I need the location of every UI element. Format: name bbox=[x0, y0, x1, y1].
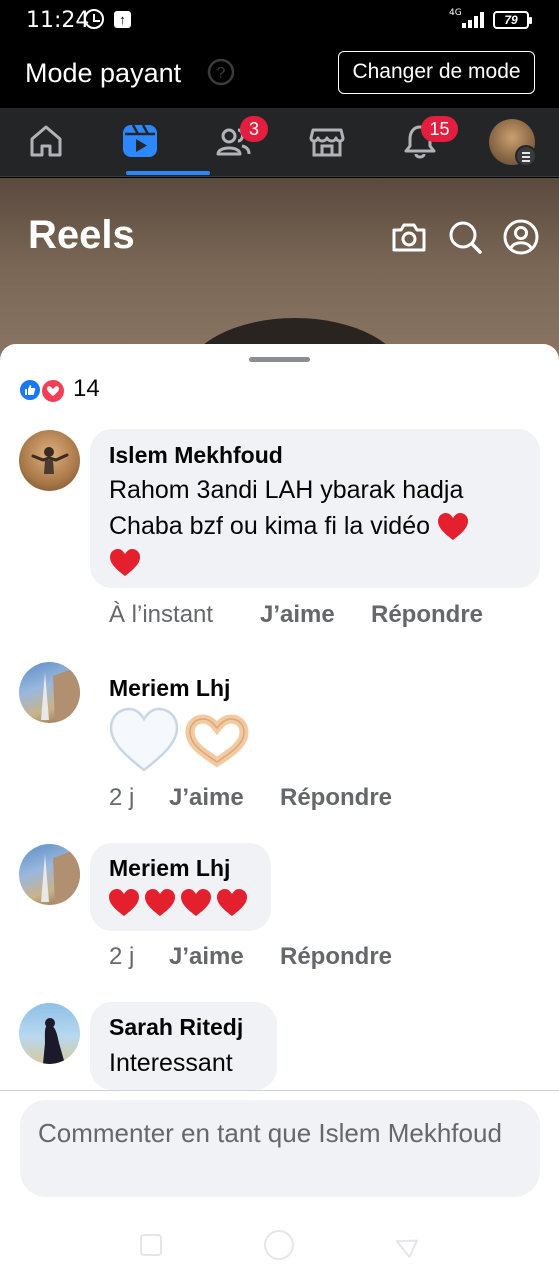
red-heart-emoji bbox=[109, 889, 139, 916]
comment-text: Rahom 3andi LAH ybarak hadja Chaba bzf o… bbox=[109, 472, 534, 580]
marketplace-icon bbox=[309, 128, 345, 157]
alarm-icon bbox=[84, 9, 104, 29]
like-button[interactable]: J’aime bbox=[169, 943, 244, 971]
info-icon[interactable]: ? bbox=[206, 57, 236, 87]
avatar[interactable] bbox=[19, 844, 80, 905]
sheet-drag-handle[interactable] bbox=[249, 357, 310, 362]
upload-icon: ↑ bbox=[114, 11, 131, 28]
comment-bubble[interactable]: Sarah Ritedj Interessant bbox=[90, 1002, 277, 1090]
red-heart-emoji bbox=[145, 889, 175, 916]
like-reaction-icon bbox=[18, 378, 42, 402]
comment-timestamp: 2 j bbox=[109, 943, 135, 970]
comment-author[interactable]: Meriem Lhj bbox=[109, 675, 230, 702]
comment-text-line: Rahom 3andi LAH ybarak hadja bbox=[109, 476, 464, 504]
status-time: 11:24 bbox=[26, 8, 90, 33]
recent-apps-button[interactable] bbox=[140, 1234, 162, 1256]
red-heart-emoji bbox=[217, 889, 247, 916]
switch-mode-button[interactable]: Changer de mode bbox=[338, 51, 535, 94]
tab-marketplace[interactable] bbox=[281, 108, 371, 177]
comments-sheet: 14 Islem Mekhfoud Rahom 3andi LAH ybarak… bbox=[0, 344, 559, 1208]
comment-author[interactable]: Islem Mekhfoud bbox=[109, 442, 283, 469]
active-tab-indicator bbox=[126, 171, 210, 175]
tab-reels[interactable] bbox=[94, 108, 184, 177]
reels-title: Reels bbox=[28, 213, 135, 257]
red-heart-emoji bbox=[110, 549, 140, 577]
red-heart-emoji bbox=[181, 889, 211, 916]
mode-title: Mode payant bbox=[25, 58, 182, 88]
comment-author[interactable]: Meriem Lhj bbox=[109, 855, 230, 882]
notifications-badge: 15 bbox=[421, 116, 458, 142]
comment-bubble[interactable]: Meriem Lhj bbox=[90, 843, 271, 931]
tab-bar bbox=[0, 108, 559, 177]
comment-input-placeholder: Commenter en tant que Islem Mekhfoud bbox=[38, 1118, 502, 1148]
friends-badge: 3 bbox=[240, 116, 268, 142]
comment-timestamp: 2 j bbox=[109, 784, 135, 811]
avatar[interactable] bbox=[19, 662, 80, 723]
reels-icon bbox=[123, 124, 157, 157]
status-bar: 11:24 ↑ 4G 79 bbox=[0, 0, 559, 40]
reply-button[interactable]: Répondre bbox=[371, 601, 483, 629]
search-icon[interactable] bbox=[446, 218, 484, 256]
battery-icon: 79 bbox=[493, 11, 532, 29]
reaction-count[interactable]: 14 bbox=[73, 375, 100, 403]
avatar[interactable] bbox=[19, 430, 80, 491]
reply-button[interactable]: Répondre bbox=[280, 784, 392, 812]
avatar[interactable] bbox=[19, 1003, 80, 1064]
reply-button[interactable]: Répondre bbox=[280, 943, 392, 971]
svg-text:?: ? bbox=[217, 65, 226, 82]
profile-icon[interactable] bbox=[502, 218, 540, 256]
home-icon bbox=[30, 125, 62, 157]
comment-emojis bbox=[108, 706, 258, 776]
heart-hands-emoji bbox=[185, 714, 249, 768]
white-heart-emoji bbox=[109, 707, 179, 772]
signal-icon bbox=[462, 12, 486, 28]
comment-input[interactable]: Commenter en tant que Islem Mekhfoud bbox=[20, 1100, 540, 1197]
reel-video-preview[interactable] bbox=[0, 178, 559, 358]
red-heart-emoji bbox=[437, 513, 468, 541]
comment-text-line bbox=[109, 544, 534, 580]
comment-bubble[interactable]: Islem Mekhfoud Rahom 3andi LAH ybarak ha… bbox=[90, 429, 540, 588]
composer-divider bbox=[0, 1090, 559, 1091]
comment-author[interactable]: Sarah Ritedj bbox=[109, 1014, 243, 1041]
camera-icon[interactable] bbox=[390, 218, 428, 256]
comment-timestamp: À l’instant bbox=[109, 601, 214, 628]
home-button[interactable] bbox=[264, 1230, 294, 1260]
back-button[interactable] bbox=[392, 1232, 418, 1258]
comment-emojis bbox=[108, 888, 258, 922]
like-button[interactable]: J’aime bbox=[260, 601, 335, 629]
system-nav-bar bbox=[0, 1208, 559, 1280]
tab-home[interactable] bbox=[0, 108, 90, 177]
network-type: 4G bbox=[449, 8, 462, 18]
menu-icon bbox=[515, 145, 537, 167]
love-reaction-icon bbox=[40, 378, 66, 404]
comment-text-line: Chaba bzf ou kima fi la vidéo bbox=[109, 508, 534, 544]
comment-text: Interessant bbox=[109, 1049, 233, 1077]
like-button[interactable]: J’aime bbox=[169, 784, 244, 812]
